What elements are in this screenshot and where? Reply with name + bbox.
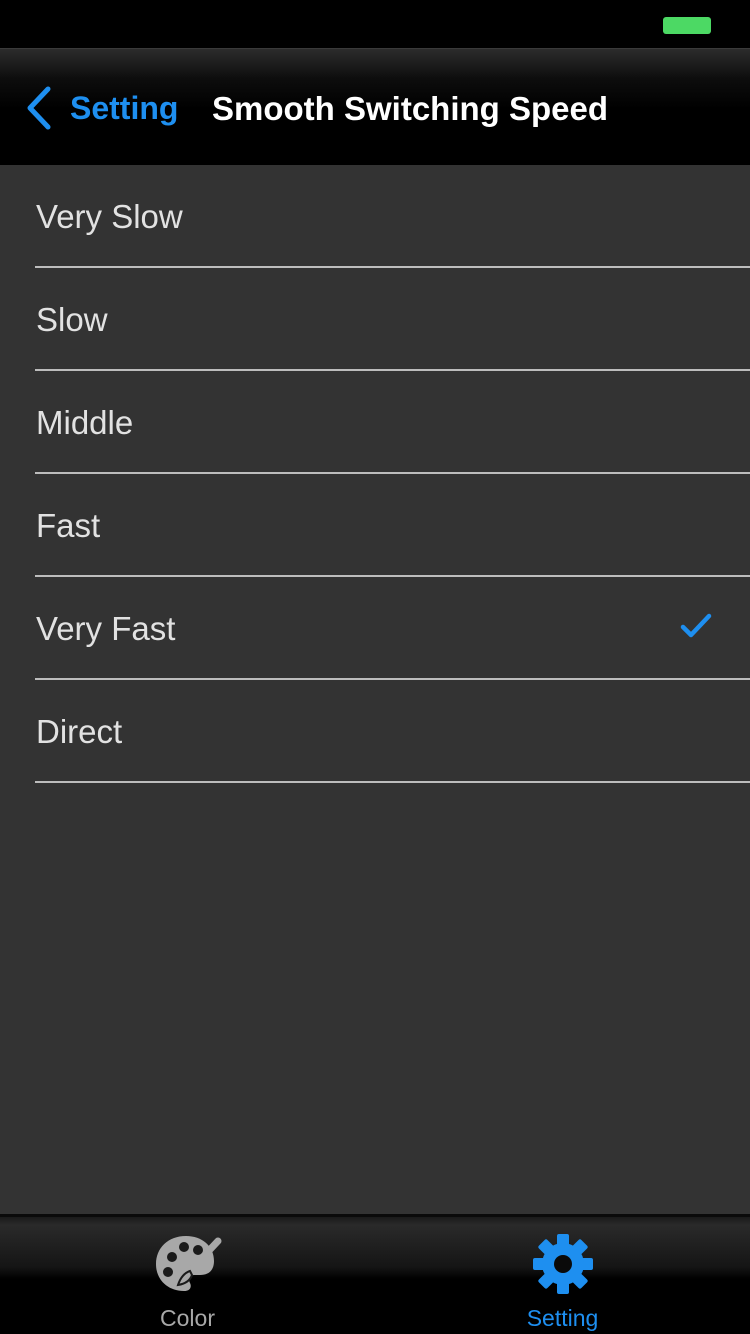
chevron-left-icon — [27, 86, 51, 130]
palette-icon — [155, 1236, 221, 1291]
tab-label: Setting — [526, 1305, 599, 1331]
list-item-fast[interactable]: Fast — [0, 474, 750, 577]
tab-bar: Color Setting — [0, 1214, 750, 1334]
list-item-slow[interactable]: Slow — [0, 268, 750, 371]
gear-icon — [532, 1234, 593, 1294]
tab-label: Color — [160, 1305, 215, 1331]
page-title: Smooth Switching Speed — [212, 90, 609, 127]
screen: Setting Smooth Switching Speed Very Slow… — [0, 0, 750, 1334]
back-button[interactable]: Setting — [24, 83, 178, 133]
navigation-bar: Setting Smooth Switching Speed — [0, 48, 750, 165]
list-item-label: Fast — [36, 507, 101, 544]
list-item-very-fast[interactable]: Very Fast — [0, 577, 750, 680]
checkmark-icon — [680, 613, 712, 638]
list-item-label: Slow — [36, 301, 108, 338]
back-label: Setting — [70, 89, 179, 126]
list-item-direct[interactable]: Direct — [0, 680, 750, 783]
list-item-label: Very Fast — [36, 610, 176, 647]
list-item-label: Middle — [36, 404, 134, 441]
tab-setting[interactable]: Setting — [375, 1217, 750, 1334]
tab-color[interactable]: Color — [0, 1217, 375, 1334]
list-item-label: Direct — [36, 713, 123, 750]
speed-options-list: Very Slow Slow Middle Fast Very Fast Dir… — [0, 165, 750, 783]
list-item-label: Very Slow — [36, 198, 183, 235]
battery-icon — [663, 17, 711, 34]
list-item-very-slow[interactable]: Very Slow — [0, 165, 750, 268]
list-item-middle[interactable]: Middle — [0, 371, 750, 474]
status-bar — [0, 0, 750, 48]
